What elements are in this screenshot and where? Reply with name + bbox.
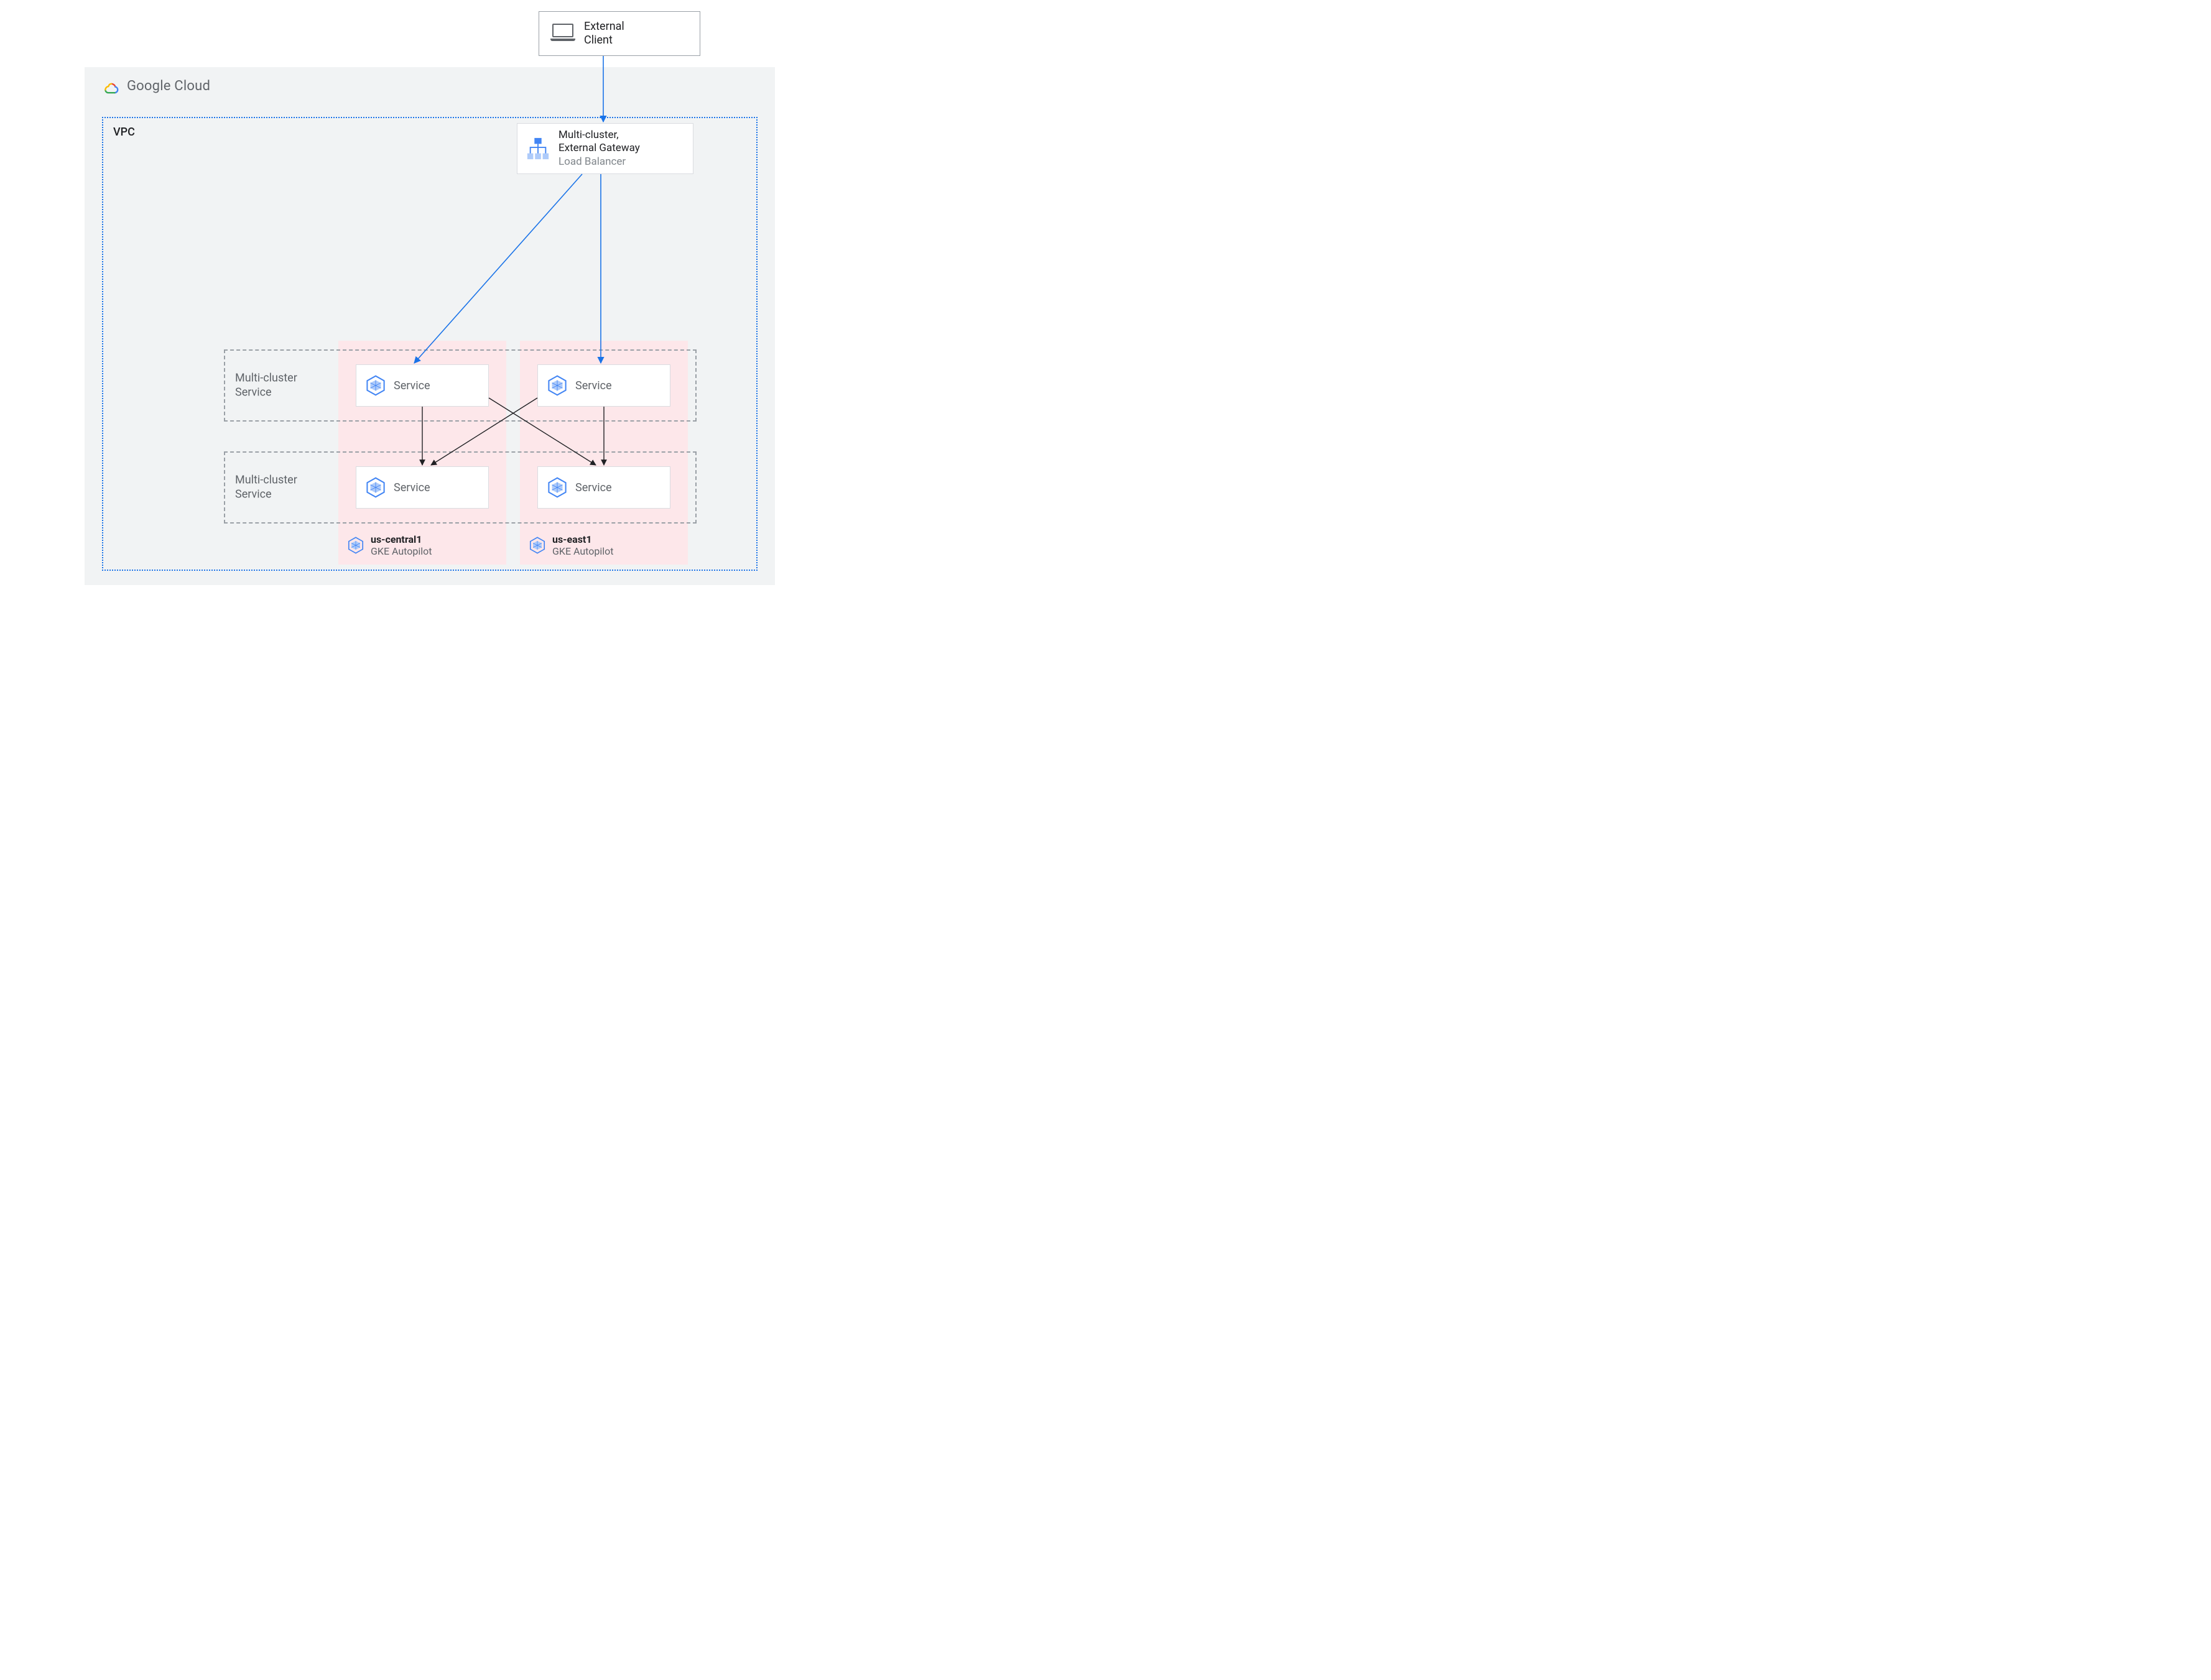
- cluster-name-label: us-east1 GKE Autopilot: [552, 533, 614, 557]
- mcs-label: Multi-cluster Service: [235, 372, 297, 400]
- service-label: Service: [575, 481, 612, 494]
- gke-icon: [365, 477, 386, 498]
- service-r2-c2: Service: [537, 466, 670, 509]
- service-r2-c1: Service: [356, 466, 489, 509]
- google-cloud-panel: Google Cloud VPC Multi-cluster, External…: [85, 67, 775, 585]
- cluster-name-label: us-central1 GKE Autopilot: [371, 533, 432, 557]
- gke-icon: [529, 537, 546, 554]
- google-cloud-icon: [102, 79, 121, 94]
- gke-icon: [365, 375, 386, 396]
- vpc-label: VPC: [113, 126, 135, 139]
- service-label: Service: [394, 481, 430, 494]
- gke-icon: [347, 537, 364, 554]
- external-client-box: External Client: [539, 11, 700, 56]
- laptop-icon: [550, 24, 575, 44]
- gateway-box: Multi-cluster, External Gateway Load Bal…: [517, 123, 693, 174]
- vpc-box: VPC Multi-cluster, External Gateway Load…: [102, 117, 758, 571]
- service-r1-c1: Service: [356, 364, 489, 407]
- architecture-diagram: External Client Google Cloud VPC: [0, 0, 782, 594]
- cloud-title: Google Cloud: [127, 78, 210, 94]
- service-label: Service: [394, 379, 430, 392]
- load-balancer-icon: [526, 137, 550, 160]
- service-r1-c2: Service: [537, 364, 670, 407]
- gateway-label: Multi-cluster, External Gateway Load Bal…: [559, 129, 640, 168]
- mcs-label: Multi-cluster Service: [235, 474, 297, 502]
- external-client-label: External Client: [584, 20, 624, 48]
- cluster-footer: us-central1 GKE Autopilot: [347, 533, 432, 557]
- cloud-header: Google Cloud: [102, 78, 210, 94]
- cluster-footer: us-east1 GKE Autopilot: [529, 533, 614, 557]
- gke-icon: [547, 375, 568, 396]
- gke-icon: [547, 477, 568, 498]
- service-label: Service: [575, 379, 612, 392]
